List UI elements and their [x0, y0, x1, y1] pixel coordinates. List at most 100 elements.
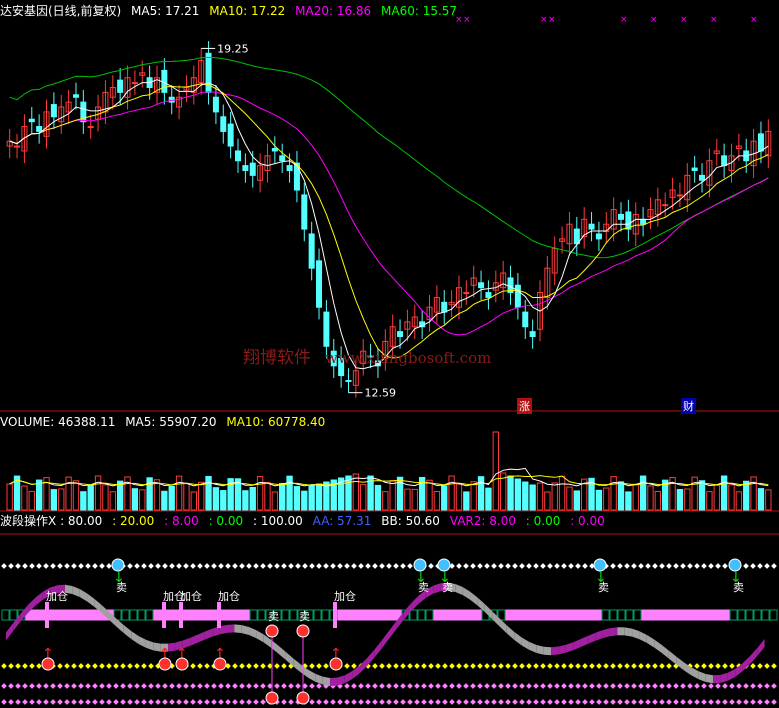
level-80-row — [183, 563, 189, 569]
band-block — [409, 609, 418, 621]
level-8-row — [232, 683, 238, 689]
band-block — [145, 609, 154, 621]
level-80-row — [666, 563, 672, 569]
level-20-row — [463, 663, 469, 669]
oscillator-segment — [749, 648, 758, 665]
level-8-row — [372, 683, 378, 689]
band-block — [505, 609, 514, 621]
level-20-row — [659, 663, 665, 669]
level-0-row — [29, 699, 35, 705]
level-8-row — [449, 683, 455, 689]
volume-bar — [573, 490, 581, 511]
level-0-row — [288, 699, 294, 705]
level-0-row — [771, 699, 777, 705]
level-8-row — [288, 683, 294, 689]
band-block — [417, 609, 426, 621]
volume-bar — [691, 476, 698, 511]
volume-bar — [735, 491, 743, 511]
band-block — [649, 609, 658, 621]
level-0-row — [610, 699, 616, 705]
level-0-row — [120, 699, 126, 705]
level-20-row — [729, 663, 735, 669]
oscillator-segment — [234, 624, 242, 634]
volume-bar — [743, 480, 750, 511]
volume-bar — [161, 490, 168, 511]
volume-bar — [58, 488, 65, 511]
band-block — [625, 609, 634, 621]
level-80-row — [526, 563, 532, 569]
level-0-row — [309, 699, 315, 705]
level-8-row — [155, 683, 161, 689]
band-block — [361, 609, 370, 621]
level-0-row — [435, 699, 441, 705]
oscillator-segment — [226, 624, 235, 633]
level-0-row — [694, 699, 700, 705]
band-block — [153, 609, 162, 621]
level-8-row — [533, 683, 539, 689]
level-8-row — [183, 683, 189, 689]
candle — [301, 194, 308, 230]
level-0-row — [393, 699, 399, 705]
oscillator-segment — [131, 631, 139, 644]
band-block — [73, 609, 82, 621]
level-20-row — [610, 663, 616, 669]
volume-bar — [654, 490, 662, 511]
band-block — [377, 609, 386, 621]
level-80-row — [211, 563, 217, 569]
level-20-row — [582, 663, 588, 669]
level-8-row — [540, 683, 546, 689]
level-8-row — [386, 683, 392, 689]
volume-bar — [728, 484, 735, 511]
add-position-label: 加仓 — [334, 589, 356, 603]
volume-bar — [374, 484, 382, 511]
volume-chart[interactable] — [0, 412, 779, 512]
volume-bar — [183, 483, 190, 511]
level-80-row — [722, 563, 728, 569]
level-8-row — [365, 683, 371, 689]
level-0: : 0.00 — [208, 514, 244, 528]
level-80-row — [715, 563, 721, 569]
oscillator-segment — [307, 669, 316, 682]
candle — [14, 145, 21, 148]
volume-bar — [639, 475, 647, 511]
level-80-row — [484, 563, 490, 569]
candle — [131, 82, 138, 85]
level-80-row — [757, 563, 763, 569]
level-0-row — [442, 699, 448, 705]
volume-bar — [175, 475, 183, 511]
volume-bar — [308, 485, 315, 511]
level-8-row — [134, 683, 140, 689]
level-0-row — [57, 699, 63, 705]
level-8-row — [246, 683, 252, 689]
level-20-row — [512, 663, 518, 669]
band-block — [321, 609, 330, 621]
level-80-row — [645, 563, 651, 569]
volume-bar — [507, 475, 514, 511]
level-20-row — [533, 663, 539, 669]
oscillator-segment — [330, 677, 338, 686]
level-0-row — [358, 699, 364, 705]
level-0-row — [71, 699, 77, 705]
level-20-row — [407, 663, 413, 669]
candle — [316, 260, 323, 308]
level-0-row — [323, 699, 329, 705]
candle — [662, 204, 669, 207]
candle — [279, 155, 286, 162]
indicator-chart[interactable]: 加仓↑加仓↑加仓↑加仓↑加仓↑↓卖↓卖↓卖↓卖↓卖卖卖 — [0, 530, 779, 708]
level-0-row — [463, 699, 469, 705]
level-20-row — [127, 663, 133, 669]
candle — [522, 311, 529, 328]
candle — [691, 167, 698, 171]
oscillator-segment — [727, 668, 736, 681]
level-0-row — [414, 699, 420, 705]
level-20-row — [554, 663, 560, 669]
add-position-label: 加仓 — [180, 589, 202, 603]
volume-bar — [706, 491, 713, 511]
band-block — [657, 609, 666, 621]
volume-bar — [35, 479, 43, 511]
volume-bar — [558, 475, 566, 511]
level-20-row — [757, 663, 763, 669]
event-mark: × — [548, 15, 556, 25]
level-80-row — [141, 563, 147, 569]
level-8-row — [281, 683, 287, 689]
